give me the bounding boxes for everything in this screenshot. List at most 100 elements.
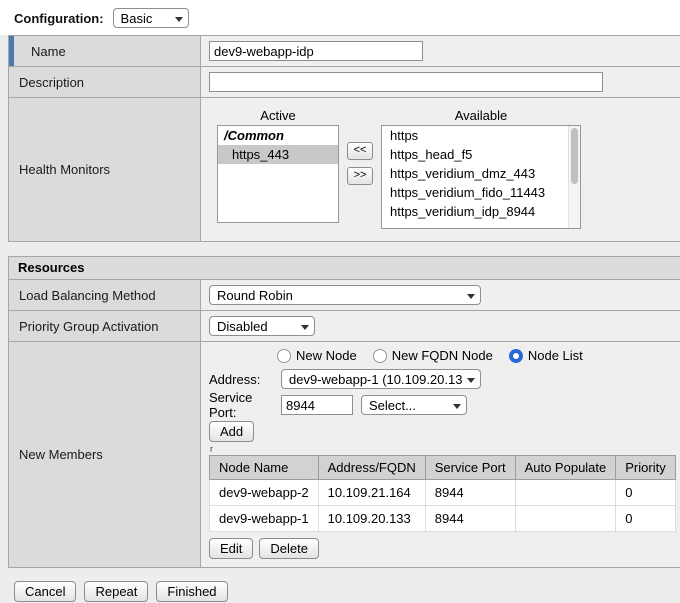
- chevron-down-icon: [301, 325, 309, 330]
- edit-button[interactable]: Edit: [209, 538, 253, 559]
- stray-text: r: [210, 444, 676, 454]
- available-monitors-title: Available: [381, 108, 581, 123]
- address-line: Address: dev9-webapp-1 (10.109.20.133): [209, 368, 676, 390]
- chevron-down-icon: [453, 404, 461, 409]
- col-node-name: Node Name: [210, 456, 319, 480]
- member-address: 10.109.20.133: [318, 506, 425, 532]
- repeat-button[interactable]: Repeat: [84, 581, 148, 602]
- radio-new-node[interactable]: New Node: [277, 348, 357, 363]
- service-port-line: Service Port: Select...: [209, 394, 676, 416]
- configuration-row: Configuration: Basic: [0, 0, 680, 35]
- chevron-down-icon: [467, 378, 475, 383]
- active-monitors-title: Active: [217, 108, 339, 123]
- monitor-move-buttons: << >>: [347, 142, 373, 185]
- health-monitors-picker: Active /Common https_443 << >> Available: [209, 102, 672, 237]
- required-indicator: [9, 36, 14, 66]
- name-row: Name: [9, 36, 680, 67]
- member-priority: 0: [616, 506, 675, 532]
- pool-configuration-page: Configuration: Basic Name Description: [0, 0, 680, 603]
- priority-group-content-cell: Disabled: [201, 311, 680, 341]
- member-auto-populate: [515, 506, 616, 532]
- new-members-label: New Members: [19, 447, 103, 462]
- health-monitors-content-cell: Active /Common https_443 << >> Available: [201, 98, 680, 241]
- address-select-value: dev9-webapp-1 (10.109.20.133): [289, 372, 462, 387]
- description-label-cell: Description: [9, 67, 201, 97]
- listbox-scrollbar[interactable]: [568, 126, 580, 228]
- col-auto-populate: Auto Populate: [515, 456, 616, 480]
- health-monitors-label-cell: Health Monitors: [9, 98, 201, 241]
- radio-node-list[interactable]: Node List: [509, 348, 583, 363]
- radio-unselected-icon: [373, 349, 387, 363]
- address-label: Address:: [209, 372, 281, 387]
- health-monitors-row: Health Monitors Active /Common https_443…: [9, 98, 680, 241]
- load-balancing-select-value: Round Robin: [217, 288, 293, 303]
- chevron-down-icon: [175, 17, 183, 22]
- active-monitors-column: Active /Common https_443: [217, 108, 339, 223]
- service-port-input[interactable]: [281, 395, 353, 415]
- member-service-port: 8944: [425, 506, 515, 532]
- member-row[interactable]: dev9-webapp-2 10.109.21.164 8944 0: [210, 480, 676, 506]
- priority-group-label-cell: Priority Group Activation: [9, 311, 201, 341]
- cancel-button[interactable]: Cancel: [14, 581, 76, 602]
- description-label: Description: [19, 75, 84, 90]
- address-select[interactable]: dev9-webapp-1 (10.109.20.133): [281, 369, 481, 389]
- load-balancing-select[interactable]: Round Robin: [209, 285, 481, 305]
- resources-section-header: Resources: [9, 257, 680, 280]
- available-monitor-item[interactable]: https_veridium_fido_11443: [382, 183, 580, 202]
- load-balancing-row: Load Balancing Method Round Robin: [9, 280, 680, 311]
- name-input[interactable]: [209, 41, 423, 61]
- members-table: Node Name Address/FQDN Service Port Auto…: [209, 455, 676, 532]
- name-content-cell: [201, 36, 680, 66]
- delete-button[interactable]: Delete: [259, 538, 319, 559]
- description-content-cell: [201, 67, 680, 97]
- member-service-port: 8944: [425, 480, 515, 506]
- description-input[interactable]: [209, 72, 603, 92]
- member-row[interactable]: dev9-webapp-1 10.109.20.133 8944 0: [210, 506, 676, 532]
- radio-selected-icon: [509, 349, 523, 363]
- add-button[interactable]: Add: [209, 421, 254, 442]
- footer-button-bar: Cancel Repeat Finished: [0, 568, 680, 602]
- priority-group-row: Priority Group Activation Disabled: [9, 311, 680, 342]
- radio-new-fqdn-node[interactable]: New FQDN Node: [373, 348, 493, 363]
- new-members-label-cell: New Members: [9, 342, 201, 567]
- configuration-label: Configuration:: [14, 11, 104, 26]
- chevron-down-icon: [467, 294, 475, 299]
- move-to-active-button[interactable]: <<: [347, 142, 373, 160]
- move-to-available-button[interactable]: >>: [347, 167, 373, 185]
- configuration-select-value: Basic: [121, 11, 153, 26]
- general-properties-table: Name Description Health Monitors Active: [8, 35, 680, 242]
- add-button-row: Add: [209, 421, 676, 442]
- available-monitor-item[interactable]: https_veridium_dmz_443: [382, 164, 580, 183]
- finished-button[interactable]: Finished: [156, 581, 227, 602]
- available-monitor-item[interactable]: https: [382, 126, 580, 145]
- load-balancing-label: Load Balancing Method: [19, 288, 156, 303]
- available-monitor-item[interactable]: https_veridium_idp_8944: [382, 202, 580, 221]
- members-table-header-row: Node Name Address/FQDN Service Port Auto…: [210, 456, 676, 480]
- member-priority: 0: [616, 480, 675, 506]
- priority-group-select[interactable]: Disabled: [209, 316, 315, 336]
- member-node-name: dev9-webapp-1: [210, 506, 319, 532]
- member-type-radio-group: New Node New FQDN Node Node List: [277, 347, 676, 364]
- member-node-name: dev9-webapp-2: [210, 480, 319, 506]
- configuration-select[interactable]: Basic: [113, 8, 189, 28]
- col-service-port: Service Port: [425, 456, 515, 480]
- active-monitor-item-selected[interactable]: https_443: [218, 145, 338, 164]
- member-address: 10.109.21.164: [318, 480, 425, 506]
- health-monitors-label: Health Monitors: [19, 162, 110, 177]
- available-monitors-column: Available https https_head_f5 https_veri…: [381, 108, 581, 229]
- available-monitor-item[interactable]: https_head_f5: [382, 145, 580, 164]
- service-port-label: Service Port:: [209, 390, 281, 420]
- active-monitors-listbox[interactable]: /Common https_443: [217, 125, 339, 223]
- new-members-content-cell: New Node New FQDN Node Node List Address…: [201, 342, 680, 567]
- service-port-select[interactable]: Select...: [361, 395, 467, 415]
- load-balancing-content-cell: Round Robin: [201, 280, 680, 310]
- name-label-cell: Name: [9, 36, 201, 66]
- radio-new-node-label: New Node: [296, 348, 357, 363]
- radio-unselected-icon: [277, 349, 291, 363]
- partition-item[interactable]: /Common: [218, 126, 338, 145]
- available-monitors-listbox[interactable]: https https_head_f5 https_veridium_dmz_4…: [381, 125, 581, 229]
- resources-table: Resources Load Balancing Method Round Ro…: [8, 256, 680, 568]
- scrollbar-thumb[interactable]: [571, 128, 578, 184]
- priority-group-label: Priority Group Activation: [19, 319, 158, 334]
- radio-new-fqdn-node-label: New FQDN Node: [392, 348, 493, 363]
